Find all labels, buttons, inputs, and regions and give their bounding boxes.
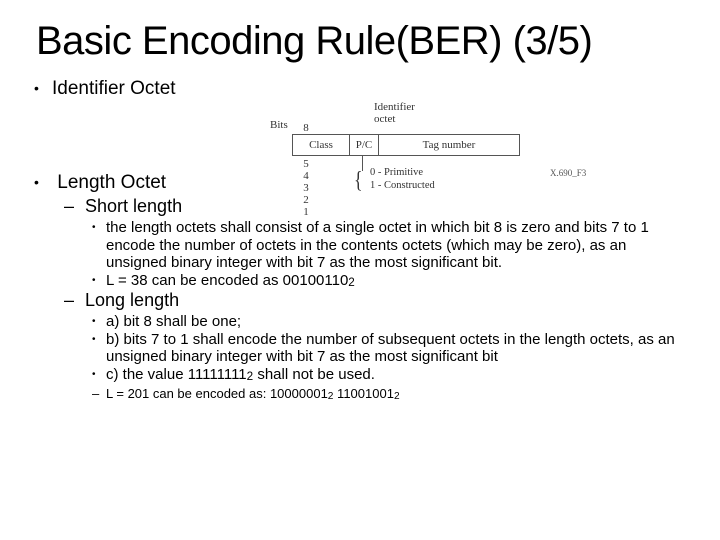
bullet-list: Identifier Octet xyxy=(36,78,684,100)
bit-5: 5 xyxy=(292,158,320,170)
bit-4: 4 xyxy=(292,170,320,182)
diagram-caption: Identifier octet xyxy=(374,101,415,125)
short-length-label: Short length xyxy=(85,196,182,216)
bullet-long-length: Long length a) bit 8 shall be one; b) bi… xyxy=(80,290,684,403)
pc-value-1: 1 - Constructed xyxy=(370,179,435,192)
class-box: Class xyxy=(292,134,349,156)
pc-brace: { xyxy=(354,167,363,194)
bullet-length-octet: Length Octet Short length the length oct… xyxy=(52,172,684,403)
figure-reference: X.690_F3 xyxy=(550,168,586,178)
bullet-identifier-octet: Identifier Octet xyxy=(52,78,684,100)
length-octet-label: Length Octet xyxy=(57,172,166,193)
short-length-example: L = 38 can be encoded as 001001102 xyxy=(106,272,684,290)
diagram-boxes: Class P/C Tag number xyxy=(292,134,520,156)
bullet-list-2: Length Octet Short length the length oct… xyxy=(36,172,684,403)
slide: Basic Encoding Rule(BER) (3/5) Identifie… xyxy=(0,0,720,540)
bit-1: 1 xyxy=(292,206,320,218)
long-c: c) the value 111111112 shall not be used… xyxy=(106,366,684,384)
short-length-desc: the length octets shall consist of a sin… xyxy=(106,219,684,272)
long-a: a) bit 8 shall be one; xyxy=(106,313,684,331)
bit-3: 3 xyxy=(292,182,320,194)
pc-box: P/C xyxy=(349,134,378,156)
bits-label: Bits xyxy=(270,119,288,131)
bit-8: 8 xyxy=(292,122,320,134)
long-length-label: Long length xyxy=(85,290,179,310)
pc-values: 0 - Primitive 1 - Constructed xyxy=(370,166,435,192)
long-example: L = 201 can be encoded as: 100000012 110… xyxy=(106,386,684,403)
bullet-short-length: Short length the length octets shall con… xyxy=(80,196,684,290)
slide-title: Basic Encoding Rule(BER) (3/5) xyxy=(36,18,684,64)
tag-number-box: Tag number xyxy=(378,134,520,156)
long-b: b) bits 7 to 1 shall encode the number o… xyxy=(106,331,684,366)
bit-2: 2 xyxy=(292,194,320,206)
pc-value-0: 0 - Primitive xyxy=(370,166,435,179)
